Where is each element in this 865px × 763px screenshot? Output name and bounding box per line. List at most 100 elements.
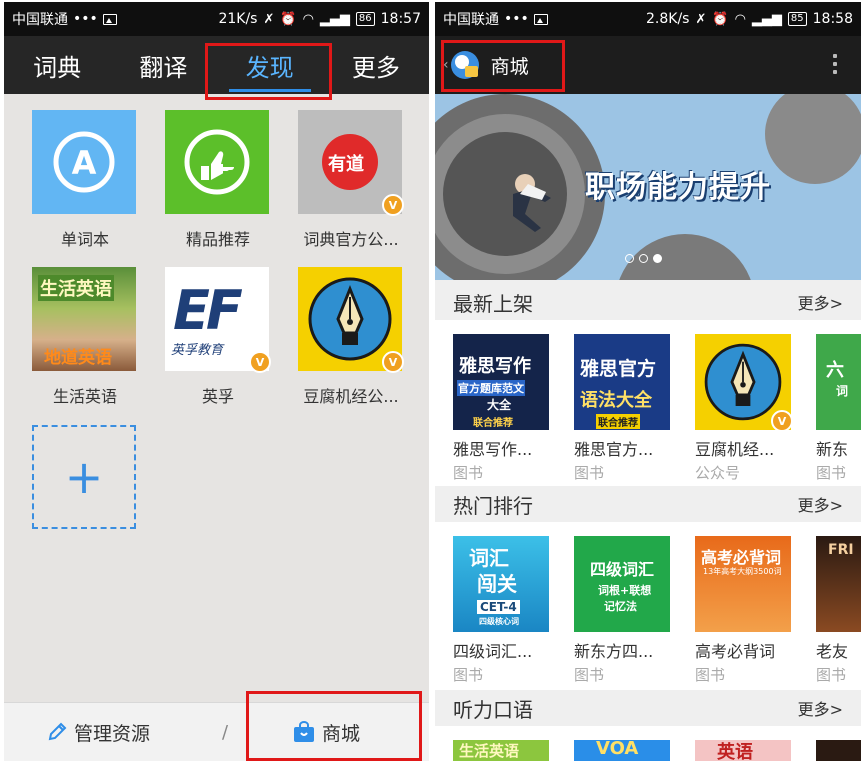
cover-text: 官方题库范文 <box>457 380 525 396</box>
app-label: 词典官方公... <box>303 230 399 249</box>
status-bar: 中国联通 ••• 21K/s ✗ ⏰ ◠ ▂▄▆ 86 18:57 <box>4 2 429 36</box>
cover-text: 词 <box>836 384 849 398</box>
cover-text: 雅思写作 <box>459 356 531 377</box>
cover-text: 词汇 <box>469 546 509 570</box>
cover-text: 英语 <box>717 742 753 761</box>
overflow-menu-icon[interactable] <box>833 54 837 74</box>
verified-badge: V <box>249 351 271 373</box>
book-cover: 英语 <box>695 740 791 761</box>
book-card[interactable]: 雅思官方 语法大全 联合推荐 雅思官方... 图书 <box>574 334 672 483</box>
clock: 18:58 <box>812 11 853 27</box>
book-title: 雅思官方... <box>574 440 654 459</box>
ef-subtitle: 英孚教育 <box>171 343 224 358</box>
manage-resources-button[interactable]: 管理资源 <box>46 719 150 746</box>
book-card[interactable]: VOA <box>574 740 672 761</box>
image-notification-icon <box>102 13 117 25</box>
book-category: 图书 <box>453 666 484 684</box>
book-cover: 四级词汇 词根+联想 记忆法 <box>574 536 670 632</box>
cover-text: 联合推荐 <box>473 418 513 429</box>
app-ef[interactable]: EF 英孚教育 V 英孚 <box>165 267 271 407</box>
book-title: 四级词汇... <box>453 642 533 661</box>
life-english-icon: 生活英语 地道英语 <box>32 267 136 371</box>
book-title: 高考必背词 <box>695 642 776 661</box>
book-card[interactable]: FRI 老友 图书 <box>816 536 861 685</box>
verified-badge: V <box>382 351 404 373</box>
cover-text: 13年高考大纲3500词 <box>703 567 782 576</box>
banner-page-indicator <box>625 254 662 263</box>
wifi-icon: ◠ <box>734 11 746 27</box>
promo-banner[interactable]: 职场能力提升 <box>435 94 861 280</box>
book-card[interactable]: 四级词汇 词根+联想 记忆法 新东方四... 图书 <box>574 536 672 685</box>
book-title: 豆腐机经... <box>695 440 775 459</box>
book-category: 图书 <box>816 464 847 482</box>
tab-more[interactable]: 更多 <box>323 36 429 94</box>
book-cover: 雅思写作 官方题库范文 大全 联合推荐 <box>453 334 549 430</box>
cover-text: 高考必背词 <box>701 548 782 567</box>
book-card[interactable]: 六 词 新东 图书 <box>816 334 861 483</box>
mute-icon: ✗ <box>695 11 707 27</box>
book-card[interactable]: 生活英语 <box>453 740 551 761</box>
add-tile: + <box>32 425 136 529</box>
book-card[interactable] <box>816 740 861 761</box>
cover-text: 大全 <box>487 398 512 412</box>
pencil-icon <box>48 722 67 741</box>
section-title: 热门排行 <box>453 493 533 518</box>
cover-text: 生活英语 <box>459 742 520 760</box>
more-link[interactable]: 更多> <box>798 290 843 314</box>
cover-text: 闯关 <box>477 572 517 596</box>
book-card[interactable]: 高考必背词 13年高考大纲3500词 高考必背词 图书 <box>695 536 793 685</box>
cover-text: 四级词汇 <box>590 560 655 579</box>
verified-badge: V <box>771 410 793 432</box>
manage-resources-label: 管理资源 <box>74 722 151 745</box>
section-listening-speaking: 听力口语 更多> <box>435 690 861 726</box>
signal-icon: ▂▄▆ <box>319 11 350 27</box>
more-link[interactable]: 更多> <box>798 492 843 516</box>
book-cover: FRI <box>816 536 861 632</box>
cover-text: 四级核心词 <box>479 617 519 626</box>
verified-badge: V <box>382 194 404 216</box>
book-cover: 词汇 闯关 CET-4 四级核心词 <box>453 536 549 632</box>
book-cover: 生活英语 <box>453 740 549 761</box>
book-card[interactable]: 词汇 闯关 CET-4 四级核心词 四级词汇... 图书 <box>453 536 551 685</box>
status-bar: 中国联通 ••• 2.8K/s ✗ ⏰ ◠ ▂▄▆ 85 18:58 <box>435 2 861 36</box>
cover-text: 六 <box>826 360 844 381</box>
life-english-bottom-text: 地道英语 <box>44 348 112 368</box>
app-label: 英孚 <box>201 387 234 406</box>
app-wordbook[interactable]: A 单词本 <box>32 110 138 250</box>
app-youdao-official[interactable]: 有道 V 词典官方公... <box>298 110 404 250</box>
app-life-english[interactable]: 生活英语 地道英语 生活英语 <box>32 267 138 407</box>
network-speed: 2.8K/s <box>646 11 690 27</box>
signal-icon: ▂▄▆ <box>751 11 782 27</box>
section-title: 听力口语 <box>453 697 533 722</box>
book-card[interactable]: V 豆腐机经... 公众号 <box>695 334 793 483</box>
book-title: 老友 <box>816 642 849 661</box>
book-category: 图书 <box>574 666 605 684</box>
book-category: 图书 <box>453 464 484 482</box>
tab-dictionary[interactable]: 词典 <box>4 36 110 94</box>
add-app-button[interactable]: + <box>32 425 138 529</box>
mute-icon: ✗ <box>263 11 275 27</box>
app-recommended[interactable]: 精品推荐 <box>165 110 271 250</box>
wifi-icon: ◠ <box>302 11 314 27</box>
book-title: 新东 <box>816 440 849 459</box>
fountain-pen-icon: V <box>695 334 793 432</box>
shelf-listening-speaking: 生活英语 VOA 英语 <box>435 726 861 761</box>
shelf-hot-ranking: 词汇 闯关 CET-4 四级核心词 四级词汇... 图书 四级词汇 词根+联想 … <box>435 522 861 690</box>
banner-headline: 职场能力提升 <box>585 170 771 205</box>
bottom-separator: / <box>222 721 229 743</box>
discover-tab-highlight <box>205 43 332 100</box>
book-category: 图书 <box>816 666 847 684</box>
store-title-highlight <box>441 40 565 92</box>
more-link[interactable]: 更多> <box>798 696 843 720</box>
book-card[interactable]: 雅思写作 官方题库范文 大全 联合推荐 雅思写作... 图书 <box>453 334 551 483</box>
book-card[interactable]: 英语 <box>695 740 793 761</box>
cover-text: 雅思官方 <box>580 358 657 380</box>
app-doufu[interactable]: V 豆腐机经公... <box>298 267 404 407</box>
signal-dots: ••• <box>73 11 98 27</box>
image-notification-icon <box>533 13 548 25</box>
youdao-logo-icon: 有道 V <box>298 110 404 216</box>
book-category: 图书 <box>574 464 605 482</box>
cover-text: 词根+联想 <box>598 584 652 597</box>
signal-dots: ••• <box>504 11 529 27</box>
tab-translate[interactable]: 翻译 <box>110 36 216 94</box>
